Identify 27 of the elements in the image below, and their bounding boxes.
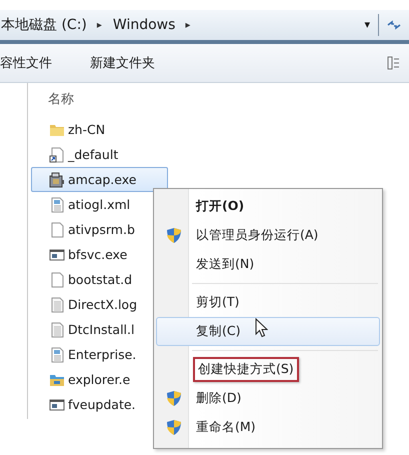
blank-file-icon (49, 272, 65, 288)
file-row[interactable]: _default (31, 142, 168, 167)
file-row[interactable]: zh-CN (31, 117, 168, 142)
column-header[interactable]: 名称 (28, 89, 74, 111)
window-icon (49, 246, 65, 262)
shield-icon (166, 227, 182, 244)
window-icon (49, 396, 65, 412)
breadcrumb[interactable]: 本地磁盘 (C:) (0, 16, 93, 34)
toolbar-button[interactable]: 容性文件 (0, 54, 52, 72)
breadcrumb-arrow[interactable]: ▸ (181, 20, 200, 30)
breadcrumb[interactable]: Windows (112, 17, 182, 33)
shield-icon (166, 419, 182, 436)
text-file-icon (49, 296, 65, 312)
menu-item[interactable]: 复制(C) (156, 317, 380, 346)
text-file-icon (49, 322, 65, 338)
shield-icon (166, 390, 182, 407)
breadcrumb-arrow[interactable]: ▸ (92, 20, 112, 30)
shortcut-icon (49, 146, 65, 162)
camera-icon (49, 172, 65, 188)
document-icon (49, 346, 65, 362)
toolbar-button[interactable]: 新建文件夹 (90, 54, 155, 72)
document-icon (49, 196, 65, 212)
blank-file-icon (49, 222, 65, 238)
highlight-frame: 创建快捷方式(S) (193, 357, 299, 382)
view-options-icon (387, 56, 399, 70)
file-row[interactable]: amcap.exe (31, 167, 168, 192)
mouse-pointer-icon (255, 318, 268, 338)
